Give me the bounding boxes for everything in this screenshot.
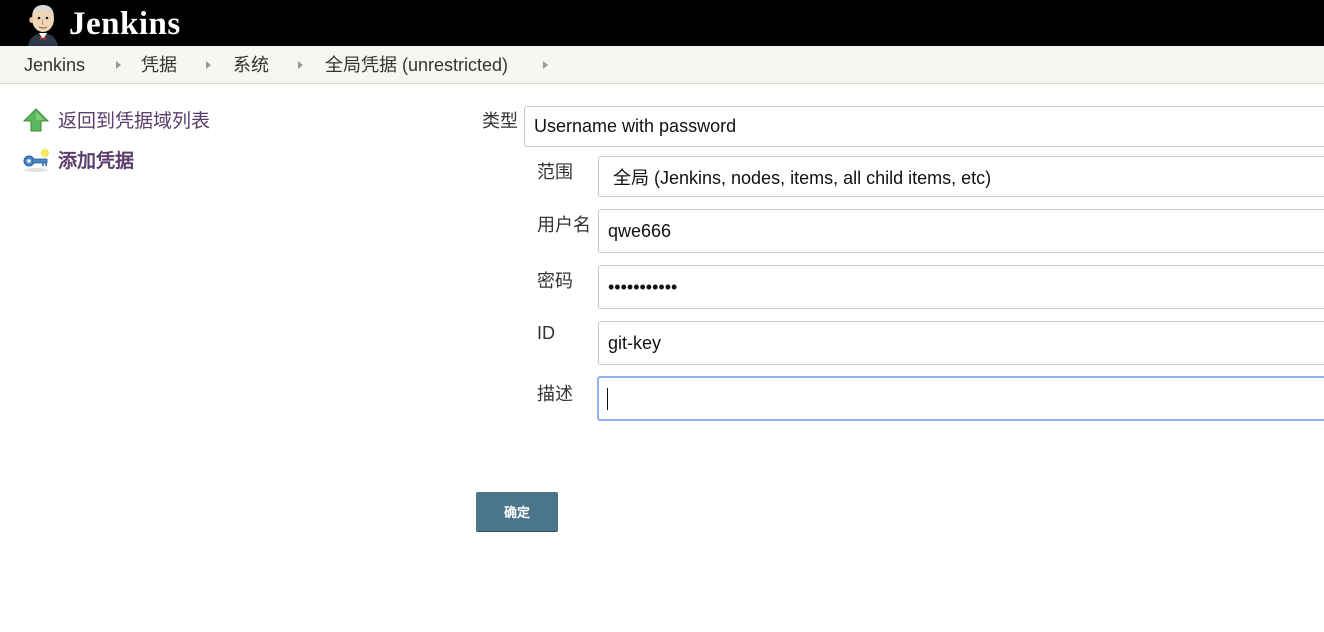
id-input[interactable]: git-key — [598, 321, 1324, 365]
ok-button[interactable]: 确定 — [476, 492, 558, 532]
scope-value: 全局 (Jenkins, nodes, items, all child ite… — [613, 167, 992, 188]
key-icon — [23, 147, 50, 172]
username-value: qwe666 — [608, 220, 672, 241]
chevron-right-icon[interactable] — [116, 61, 121, 69]
description-label: 描述 — [537, 384, 573, 404]
top-header: Jenkins — [0, 0, 1324, 46]
jenkins-logo-icon — [28, 5, 58, 46]
jenkins-home-link[interactable]: Jenkins — [22, 2, 181, 46]
text-cursor — [607, 387, 608, 410]
username-input[interactable]: qwe666 — [598, 209, 1324, 253]
green-up-arrow-icon — [22, 107, 50, 131]
breadcrumb: Jenkins 凭据 系统 全局凭据 (unrestricted) — [0, 46, 1324, 84]
scope-label: 范围 — [537, 162, 573, 182]
breadcrumb-item-system[interactable]: 系统 — [233, 46, 269, 84]
scope-select[interactable]: 全局 (Jenkins, nodes, items, all child ite… — [598, 156, 1324, 197]
chevron-right-icon[interactable] — [543, 61, 548, 69]
back-to-domains-link[interactable]: 返回到凭据域列表 — [22, 106, 210, 133]
add-credentials-label: 添加凭据 — [58, 151, 135, 172]
id-label: ID — [537, 323, 555, 343]
back-to-domains-label: 返回到凭据域列表 — [58, 111, 211, 132]
breadcrumb-item-credentials[interactable]: 凭据 — [141, 46, 177, 84]
chevron-right-icon[interactable] — [206, 61, 211, 69]
chevron-right-icon[interactable] — [298, 61, 303, 69]
add-credentials-link[interactable]: 添加凭据 — [22, 146, 134, 173]
password-value: ••••••••••• — [608, 276, 678, 297]
app-title: Jenkins — [69, 6, 181, 42]
kind-label: 类型 — [482, 111, 518, 131]
breadcrumb-item-jenkins[interactable]: Jenkins — [24, 46, 85, 84]
breadcrumb-item-global-credentials[interactable]: 全局凭据 (unrestricted) — [325, 46, 508, 84]
description-input[interactable] — [597, 376, 1324, 421]
password-input[interactable]: ••••••••••• — [598, 265, 1324, 309]
kind-select[interactable]: Username with password — [524, 106, 1324, 147]
password-label: 密码 — [537, 271, 573, 291]
id-value: git-key — [608, 332, 662, 353]
username-label: 用户名 — [537, 215, 591, 235]
kind-value: Username with password — [534, 116, 737, 136]
